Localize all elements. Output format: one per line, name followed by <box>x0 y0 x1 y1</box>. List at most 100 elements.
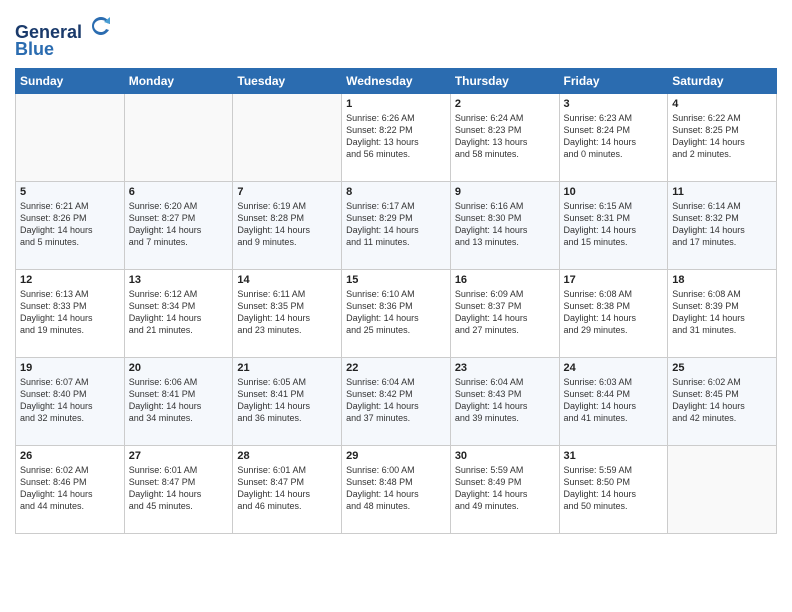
day-number: 26 <box>20 450 120 462</box>
sunrise-text: Sunrise: 6:24 AM <box>455 113 524 123</box>
day-number: 25 <box>672 362 772 374</box>
sunrise-text: Sunrise: 6:12 AM <box>129 289 198 299</box>
daylight-text: and 32 minutes. <box>20 413 84 423</box>
daylight-text: and 44 minutes. <box>20 501 84 511</box>
daylight-text: Daylight: 14 hours <box>237 401 310 411</box>
sunrise-text: Sunrise: 6:11 AM <box>237 289 305 299</box>
calendar-cell: 9Sunrise: 6:16 AMSunset: 8:30 PMDaylight… <box>450 181 559 269</box>
sunrise-text: Sunrise: 6:15 AM <box>564 201 633 211</box>
sunrise-text: Sunrise: 6:01 AM <box>237 465 306 475</box>
sunset-text: Sunset: 8:34 PM <box>129 301 196 311</box>
day-number: 10 <box>564 186 664 198</box>
cell-details: Sunrise: 6:08 AMSunset: 8:38 PMDaylight:… <box>564 288 664 337</box>
day-number: 22 <box>346 362 446 374</box>
daylight-text: Daylight: 14 hours <box>564 313 637 323</box>
calendar-cell <box>668 445 777 533</box>
calendar-cell: 1Sunrise: 6:26 AMSunset: 8:22 PMDaylight… <box>342 93 451 181</box>
sunrise-text: Sunrise: 6:23 AM <box>564 113 633 123</box>
calendar-cell: 7Sunrise: 6:19 AMSunset: 8:28 PMDaylight… <box>233 181 342 269</box>
daylight-text: and 48 minutes. <box>346 501 410 511</box>
day-number: 18 <box>672 274 772 286</box>
weekday-header: Thursday <box>450 68 559 93</box>
calendar-cell: 13 Sunrise: 6:12 AM Sunset: 8:34 PM Dayligh… <box>124 269 233 357</box>
day-number: 13 <box>129 274 229 286</box>
calendar-cell: 21Sunrise: 6:05 AMSunset: 8:41 PMDayligh… <box>233 357 342 445</box>
sunrise-text: Sunrise: 6:14 AM <box>672 201 741 211</box>
cell-details: Sunrise: 6:12 AM Sunset: 8:34 PM Daylight:… <box>129 288 229 337</box>
weekday-header: Tuesday <box>233 68 342 93</box>
sunrise-text: Sunrise: 6:20 AM <box>129 201 198 211</box>
sunset-text: Sunset: 8:50 PM <box>564 477 631 487</box>
daylight-text: and 45 minutes. <box>129 501 193 511</box>
day-number: 30 <box>455 450 555 462</box>
calendar-cell: 18Sunrise: 6:08 AMSunset: 8:39 PMDayligh… <box>668 269 777 357</box>
cell-details: Sunrise: 6:01 AMSunset: 8:47 PMDaylight:… <box>237 464 337 513</box>
calendar-cell: 31 Sunrise: 5:59 AMSunset: 8:50 PMDayligh… <box>559 445 668 533</box>
daylight-text: Daylight: 14 hours <box>129 313 202 323</box>
day-number: 4 <box>672 98 772 110</box>
daylight-text: Daylight: 14 hours <box>455 489 528 499</box>
day-number: 11 <box>672 186 772 198</box>
sunset-text: Sunset: 8:48 PM <box>346 477 413 487</box>
day-number: 12 <box>20 274 120 286</box>
sunset-text: Sunset: 8:40 PM <box>20 389 87 399</box>
sunset-text: Sunset: 8:35 PM <box>237 301 304 311</box>
sunrise-text: Sunrise: 6:16 AM <box>455 201 524 211</box>
calendar-cell: 22Sunrise: 6:04 AMSunset: 8:42 PMDayligh… <box>342 357 451 445</box>
calendar-week-row: 19Sunrise: 6:07 AMSunset: 8:40 PMDayligh… <box>16 357 777 445</box>
calendar-week-row: 12 Sunrise: 6:13 AM Sunset: 8:33 PM Dayligh… <box>16 269 777 357</box>
sunset-text: Sunset: 8:29 PM <box>346 213 413 223</box>
sunset-text: Sunset: 8:49 PM <box>455 477 522 487</box>
daylight-text: and 39 minutes. <box>455 413 519 423</box>
daylight-text: and 13 minutes. <box>455 237 519 247</box>
day-number: 31 <box>564 450 664 462</box>
daylight-text: Daylight: 14 hours <box>672 313 745 323</box>
daylight-text: and 17 minutes. <box>672 237 736 247</box>
daylight-text: and 34 minutes. <box>129 413 193 423</box>
sunset-text: Sunset: 8:42 PM <box>346 389 413 399</box>
sunset-text: Sunset: 8:25 PM <box>672 125 739 135</box>
sunset-text: Sunset: 8:22 PM <box>346 125 413 135</box>
daylight-text: and 49 minutes. <box>455 501 519 511</box>
sunrise-text: Sunrise: 6:13 AM <box>20 289 89 299</box>
daylight-text: and 25 minutes. <box>346 325 410 335</box>
daylight-text: and 50 minutes. <box>564 501 628 511</box>
calendar-cell: 11Sunrise: 6:14 AMSunset: 8:32 PMDayligh… <box>668 181 777 269</box>
daylight-text: Daylight: 13 hours <box>346 137 419 147</box>
day-number: 8 <box>346 186 446 198</box>
sunrise-text: Sunrise: 6:05 AM <box>237 377 306 387</box>
sunrise-text: Sunrise: 6:22 AM <box>672 113 741 123</box>
calendar-week-row: 1Sunrise: 6:26 AMSunset: 8:22 PMDaylight… <box>16 93 777 181</box>
sunset-text: Sunset: 8:47 PM <box>237 477 304 487</box>
calendar-body: 1Sunrise: 6:26 AMSunset: 8:22 PMDaylight… <box>16 93 777 533</box>
sunset-text: Sunset: 8:33 PM <box>20 301 87 311</box>
sunset-text: Sunset: 8:32 PM <box>672 213 739 223</box>
calendar-cell: 23Sunrise: 6:04 AMSunset: 8:43 PMDayligh… <box>450 357 559 445</box>
day-number: 24 <box>564 362 664 374</box>
sunset-text: Sunset: 8:31 PM <box>564 213 631 223</box>
cell-details: Sunrise: 5:59 AMSunset: 8:50 PMDaylight:… <box>564 464 664 513</box>
sunset-text: Sunset: 8:47 PM <box>129 477 196 487</box>
daylight-text: Daylight: 14 hours <box>564 489 637 499</box>
daylight-text: and 0 minutes. <box>564 149 623 159</box>
cell-details: Sunrise: 6:13 AMSunset: 8:33 PMDaylight:… <box>20 288 120 337</box>
sunrise-text: Sunrise: 5:59 AM <box>455 465 524 475</box>
cell-details: Sunrise: 6:05 AMSunset: 8:41 PMDaylight:… <box>237 376 337 425</box>
sunset-text: Sunset: 8:46 PM <box>20 477 87 487</box>
sunset-text: Sunset: 8:41 PM <box>129 389 196 399</box>
sunset-text: Sunset: 8:27 PM <box>129 213 196 223</box>
calendar-cell: 24Sunrise: 6:03 AMSunset: 8:44 PMDayligh… <box>559 357 668 445</box>
sunrise-text: Sunrise: 6:06 AM <box>129 377 198 387</box>
daylight-text: Daylight: 14 hours <box>455 225 528 235</box>
sunrise-text: Sunrise: 6:09 AM <box>455 289 524 299</box>
daylight-text: and 19 minutes. <box>20 325 84 335</box>
calendar-cell: 16Sunrise: 6:09 AMSunset: 8:37 PMDayligh… <box>450 269 559 357</box>
day-number: 6 <box>129 186 229 198</box>
day-number: 17 <box>564 274 664 286</box>
daylight-text: and 7 minutes. <box>129 237 188 247</box>
daylight-text: Daylight: 14 hours <box>20 225 93 235</box>
cell-details: Sunrise: 6:02 AMSunset: 8:45 PMDaylight:… <box>672 376 772 425</box>
daylight-text: and 27 minutes. <box>455 325 519 335</box>
calendar-cell: 8Sunrise: 6:17 AMSunset: 8:29 PMDaylight… <box>342 181 451 269</box>
daylight-text: and 29 minutes. <box>564 325 628 335</box>
